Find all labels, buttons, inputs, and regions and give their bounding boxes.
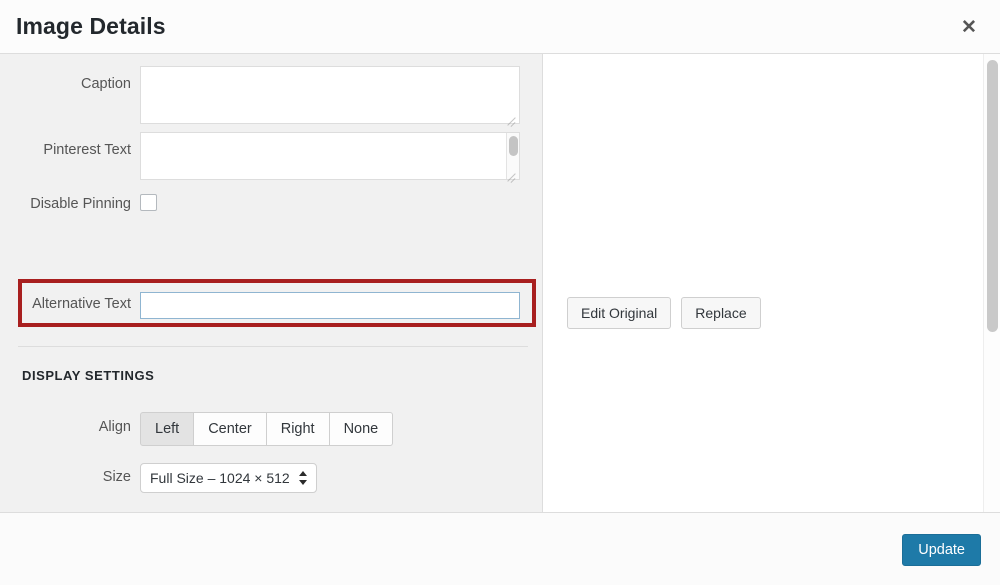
image-preview-pane: Edit Original Replace <box>543 54 1000 512</box>
edit-original-button[interactable]: Edit Original <box>567 297 672 329</box>
pinterest-text-label: Pinterest Text <box>43 142 131 158</box>
size-select[interactable]: Full Size – 1024 × 512 <box>140 463 317 493</box>
settings-pane: Caption Pinterest Text Disable Pinning A… <box>0 54 543 545</box>
page-title: Image Details <box>16 13 166 39</box>
modal-footer: Update <box>0 512 1000 585</box>
align-option-right[interactable]: Right <box>266 412 330 446</box>
modal-body: Caption Pinterest Text Disable Pinning A… <box>0 54 1000 545</box>
caption-input[interactable] <box>140 66 520 124</box>
align-label: Align <box>98 419 131 435</box>
align-option-left[interactable]: Left <box>140 412 195 446</box>
caption-field-row: Caption <box>0 66 528 129</box>
update-button[interactable]: Update <box>902 534 981 566</box>
section-divider <box>18 346 528 347</box>
alternative-text-label: Alternative Text <box>32 296 131 312</box>
modal-scrollbar-thumb[interactable] <box>987 60 998 332</box>
disable-pinning-checkbox[interactable] <box>140 194 157 211</box>
pinterest-text-field-row: Pinterest Text <box>0 132 528 185</box>
alternative-text-input[interactable] <box>140 292 520 319</box>
pinterest-text-scrollbar[interactable] <box>506 133 519 179</box>
pinterest-text-scroll-thumb[interactable] <box>509 136 518 156</box>
size-field-row: Size Full Size – 1024 × 512 <box>0 463 317 493</box>
image-details-modal: Image Details ✕ Caption Pinterest Text D… <box>0 0 1000 585</box>
modal-scrollbar[interactable] <box>983 54 1000 512</box>
align-option-center[interactable]: Center <box>194 412 267 446</box>
chevron-updown-icon <box>298 470 308 486</box>
align-button-group: Left Center Right None <box>140 412 394 446</box>
disable-pinning-field-row: Disable Pinning <box>0 194 157 212</box>
caption-label: Caption <box>81 76 131 92</box>
size-label: Size <box>102 469 131 485</box>
align-field-row: Align Left Center Right None <box>0 412 394 446</box>
replace-button[interactable]: Replace <box>681 297 761 329</box>
alternative-text-field-row: Alternative Text <box>0 292 520 319</box>
close-icon[interactable]: ✕ <box>952 11 986 43</box>
disable-pinning-label: Disable Pinning <box>30 196 131 212</box>
modal-header: Image Details ✕ <box>0 0 1000 54</box>
pinterest-text-input[interactable] <box>140 132 520 180</box>
image-action-buttons: Edit Original Replace <box>567 297 761 329</box>
display-settings-heading: DISPLAY SETTINGS <box>22 368 155 383</box>
size-select-value: Full Size – 1024 × 512 <box>150 470 290 486</box>
align-option-none[interactable]: None <box>329 412 394 446</box>
